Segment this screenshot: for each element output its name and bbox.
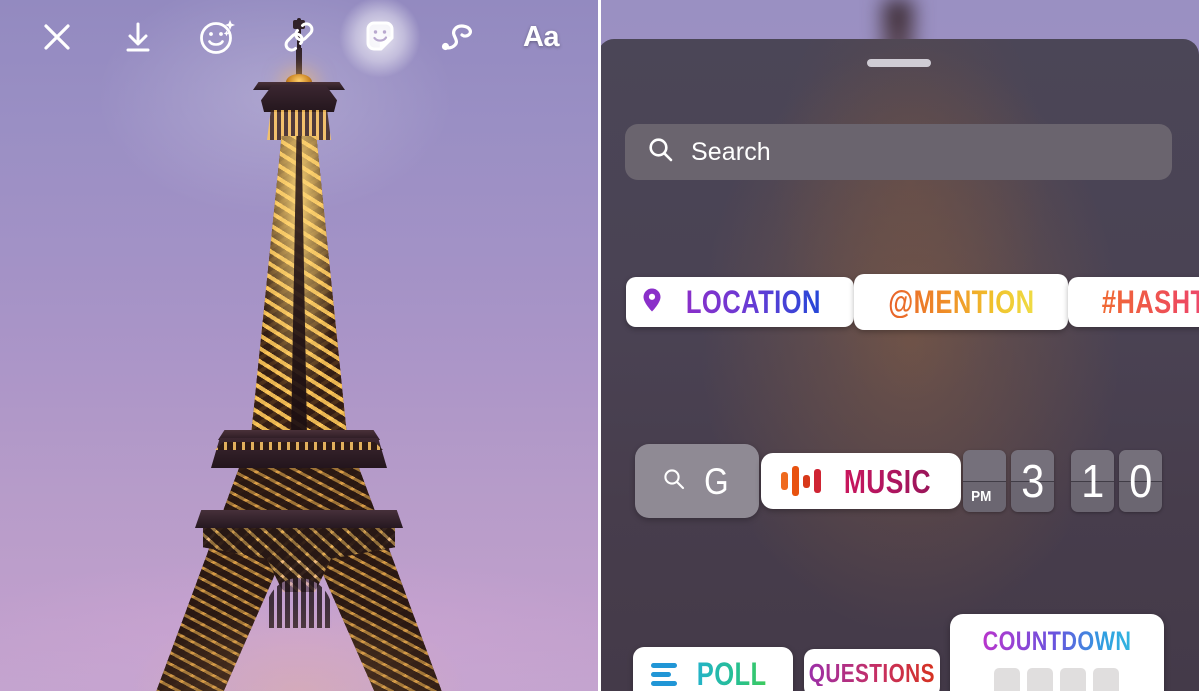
close-button[interactable] xyxy=(30,10,84,64)
equalizer-icon xyxy=(780,466,821,496)
smiley-sparkle-icon xyxy=(197,16,239,58)
clock-minute-tens-tile: 1 xyxy=(1071,450,1115,512)
sticker-row-1: LOCATION @MENTION #HASHTAG xyxy=(598,274,1199,330)
download-icon xyxy=(120,19,156,55)
poll-bars-icon xyxy=(651,662,678,686)
sticker-poll[interactable]: POLL xyxy=(633,647,794,691)
sheet-drag-handle[interactable] xyxy=(866,59,931,67)
sticker-location-label: LOCATION xyxy=(685,284,821,320)
link-button[interactable] xyxy=(272,10,326,64)
sticker-row-3: POLL QUESTIONS COUNTDOWN xyxy=(598,614,1199,691)
story-editor-pane: Aa xyxy=(0,0,598,691)
sticker-questions[interactable]: QUESTIONS xyxy=(803,649,940,691)
sticker-music-label: MUSIC xyxy=(843,462,931,500)
link-icon xyxy=(279,17,319,57)
sticker-hashtag[interactable]: #HASHTAG xyxy=(1068,277,1199,327)
sticker-gif-label: G xyxy=(704,460,730,502)
search-icon xyxy=(662,467,686,496)
sticker-location[interactable]: LOCATION xyxy=(626,277,854,327)
clock-minute-ones-tile: 0 xyxy=(1119,450,1163,512)
search-placeholder: Search xyxy=(691,137,771,166)
text-aa-icon: Aa xyxy=(522,20,560,53)
sticker-mention[interactable]: @MENTION xyxy=(853,274,1069,330)
effects-button[interactable] xyxy=(191,10,245,64)
sticker-mention-label: @MENTION xyxy=(887,284,1035,320)
sticker-hashtag-label: #HASHTAG xyxy=(1102,286,1199,318)
sticker-gif[interactable]: G xyxy=(634,444,759,518)
flip-clock-icon: PM 3 1 0 xyxy=(963,450,1163,512)
ground-glow xyxy=(129,601,469,691)
eiffel-tower-photo xyxy=(139,18,459,691)
sticker-music[interactable]: MUSIC xyxy=(760,453,962,509)
sticker-sheet: Search LOCATION @MENTION #HASH G MUSIC P… xyxy=(598,39,1199,691)
story-toolbar: Aa xyxy=(0,0,598,74)
sticker-countdown[interactable]: COUNTDOWN xyxy=(949,614,1164,691)
squiggle-draw-icon xyxy=(438,16,482,58)
sticker-countdown-label: COUNTDOWN xyxy=(982,626,1132,656)
search-input[interactable]: Search xyxy=(625,124,1172,180)
sticker-time[interactable]: PM 3 1 0 xyxy=(963,450,1163,512)
text-button[interactable]: Aa xyxy=(514,10,568,64)
app-screen: Aa Search LOCATION @MENTION #HASH G MUSI… xyxy=(0,0,1199,691)
close-icon xyxy=(39,19,75,55)
sticker-grid: LOCATION @MENTION #HASHTAG xyxy=(598,239,1199,691)
search-icon xyxy=(647,136,674,168)
save-button[interactable] xyxy=(111,10,165,64)
sticker-tray-pane: Search LOCATION @MENTION #HASH G MUSIC P… xyxy=(598,0,1199,691)
sticker-poll-label: POLL xyxy=(696,656,767,691)
countdown-blocks-icon xyxy=(994,668,1120,691)
draw-button[interactable] xyxy=(433,10,487,64)
sticker-icon xyxy=(359,16,401,58)
stickers-button[interactable] xyxy=(353,10,407,64)
sticker-row-2: G MUSIC PM 3 1 0 xyxy=(598,444,1199,518)
pane-divider xyxy=(598,0,601,691)
location-pin-icon xyxy=(642,287,662,318)
sticker-questions-label: QUESTIONS xyxy=(808,658,935,688)
clock-ampm-tile: PM xyxy=(963,450,1007,512)
clock-hour-tile: 3 xyxy=(1011,450,1055,512)
